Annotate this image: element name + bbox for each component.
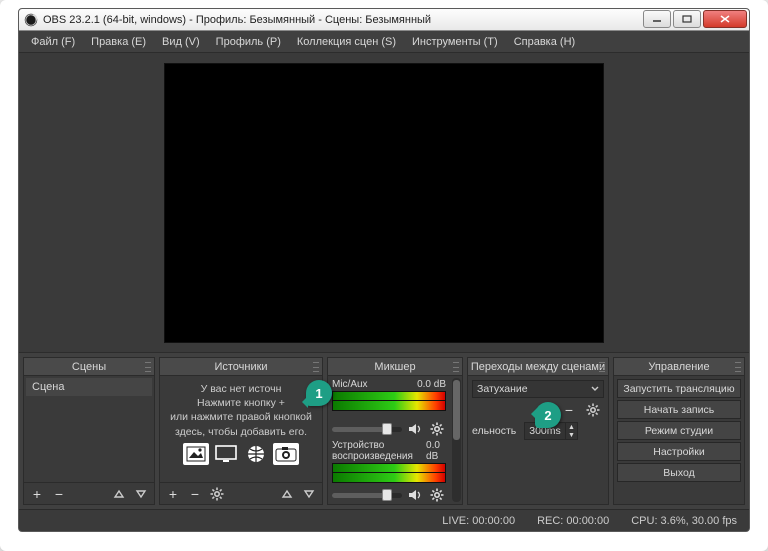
scene-remove-button[interactable]: − [50, 486, 68, 502]
menubar: Файл (F) Правка (E) Вид (V) Профиль (P) … [19, 31, 749, 53]
scene-item[interactable]: Сцена [26, 378, 152, 396]
speaker-icon[interactable] [406, 421, 424, 437]
transitions-dock: Переходы между сценами Затухание + − ель… [467, 357, 609, 505]
app-window: OBS 23.2.1 (64-bit, windows) - Профиль: … [18, 8, 750, 532]
scene-down-button[interactable] [132, 486, 150, 502]
mixer-scrollbar[interactable] [452, 378, 461, 502]
minimize-button[interactable] [643, 10, 671, 28]
preview-canvas[interactable] [164, 63, 604, 343]
status-live: LIVE: 00:00:00 [442, 515, 515, 527]
start-streaming-button[interactable]: Запустить трансляцию [617, 379, 741, 398]
menu-edit[interactable]: Правка (E) [83, 34, 154, 50]
volume-meter [332, 463, 446, 473]
volume-slider[interactable] [332, 493, 402, 498]
window-title: OBS 23.2.1 (64-bit, windows) - Профиль: … [43, 14, 643, 26]
scenes-dock: Сцены Сцена + − [23, 357, 155, 505]
controls-title: Управление [648, 361, 709, 373]
studio-mode-button[interactable]: Режим студии [617, 421, 741, 440]
sources-dock: Источники У вас нет источн Нажмите кнопк… [159, 357, 323, 505]
menu-view[interactable]: Вид (V) [154, 34, 208, 50]
speaker-icon[interactable] [406, 487, 424, 503]
spin-down-icon[interactable]: ▼ [565, 431, 577, 439]
menu-scene-collection[interactable]: Коллекция сцен (S) [289, 34, 404, 50]
sources-empty-text: У вас нет источн Нажмите кнопку + или на… [162, 378, 320, 471]
transition-select[interactable]: Затухание [472, 380, 604, 398]
mixer-channel: Mic/Aux 0.0 dB -60-55-50-45-40-35-30-25-2… [330, 378, 448, 439]
mixer-channel-name: Mic/Aux [332, 379, 368, 390]
mixer-channel-level: 0.0 dB [426, 440, 446, 462]
volume-meter: -60-55-50-45-40-35-30-25-20-15-10-50 [332, 401, 446, 411]
image-source-icon [183, 443, 209, 465]
sources-title: Источники [214, 361, 267, 373]
gear-icon[interactable] [428, 487, 446, 503]
start-recording-button[interactable]: Начать запись [617, 400, 741, 419]
mixer-dock: Микшер Mic/Aux 0.0 dB -60-55-50-45-40-35-… [327, 357, 463, 505]
mixer-channel-level: 0.0 dB [417, 379, 446, 390]
menu-tools[interactable]: Инструменты (T) [404, 34, 506, 50]
status-cpu: CPU: 3.6%, 30.00 fps [631, 515, 737, 527]
scenes-title: Сцены [72, 361, 106, 373]
camera-source-icon [273, 443, 299, 465]
transition-remove-button[interactable]: − [560, 402, 578, 418]
exit-button[interactable]: Выход [617, 463, 741, 482]
transitions-title: Переходы между сценами [471, 361, 605, 373]
spin-up-icon[interactable]: ▲ [565, 423, 577, 431]
obs-app-icon [24, 13, 38, 27]
scene-add-button[interactable]: + [28, 486, 46, 502]
display-source-icon [213, 443, 239, 465]
preview-area [19, 53, 749, 353]
settings-button[interactable]: Настройки [617, 442, 741, 461]
source-remove-button[interactable]: − [186, 486, 204, 502]
mixer-channel-name: Устройство воспроизведения [332, 440, 426, 462]
volume-meter [332, 391, 446, 401]
menu-help[interactable]: Справка (H) [506, 34, 583, 50]
gear-icon[interactable] [428, 421, 446, 437]
source-add-button[interactable]: + [164, 486, 182, 502]
menu-file[interactable]: Файл (F) [23, 34, 83, 50]
source-up-button[interactable] [278, 486, 296, 502]
source-settings-button[interactable] [208, 486, 226, 502]
mixer-title: Микшер [374, 361, 415, 373]
menu-profile[interactable]: Профиль (P) [208, 34, 289, 50]
duration-label: ельность [472, 425, 522, 437]
status-rec: REC: 00:00:00 [537, 515, 609, 527]
globe-source-icon [243, 443, 269, 465]
volume-meter [332, 473, 446, 483]
annotation-callout-1: 1 [306, 380, 332, 406]
scene-up-button[interactable] [110, 486, 128, 502]
status-bar: LIVE: 00:00:00 REC: 00:00:00 CPU: 3.6%, … [19, 509, 749, 531]
controls-dock: Управление Запустить трансляцию Начать з… [613, 357, 745, 505]
maximize-button[interactable] [673, 10, 701, 28]
source-down-button[interactable] [300, 486, 318, 502]
annotation-callout-2: 2 [535, 402, 561, 428]
chevron-down-icon [591, 383, 599, 395]
titlebar: OBS 23.2.1 (64-bit, windows) - Профиль: … [19, 9, 749, 31]
volume-slider[interactable] [332, 427, 402, 432]
mixer-channel: Устройство воспроизведения0.0 dB [330, 439, 448, 504]
transition-settings-button[interactable] [584, 402, 602, 418]
close-button[interactable] [703, 10, 747, 28]
